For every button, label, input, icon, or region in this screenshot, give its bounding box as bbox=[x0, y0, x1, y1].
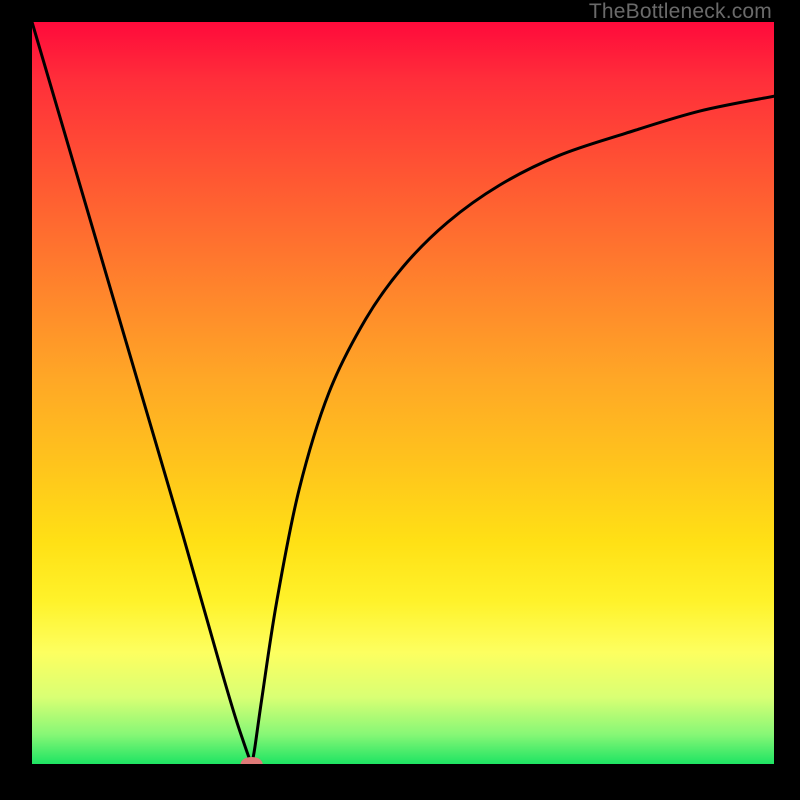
chart-frame: TheBottleneck.com bbox=[0, 0, 800, 800]
left-curve bbox=[32, 22, 252, 764]
watermark-text: TheBottleneck.com bbox=[589, 0, 772, 24]
plot-area bbox=[32, 22, 774, 764]
right-curve bbox=[252, 96, 774, 764]
curve-svg bbox=[32, 22, 774, 764]
vertex-dot bbox=[241, 757, 263, 764]
